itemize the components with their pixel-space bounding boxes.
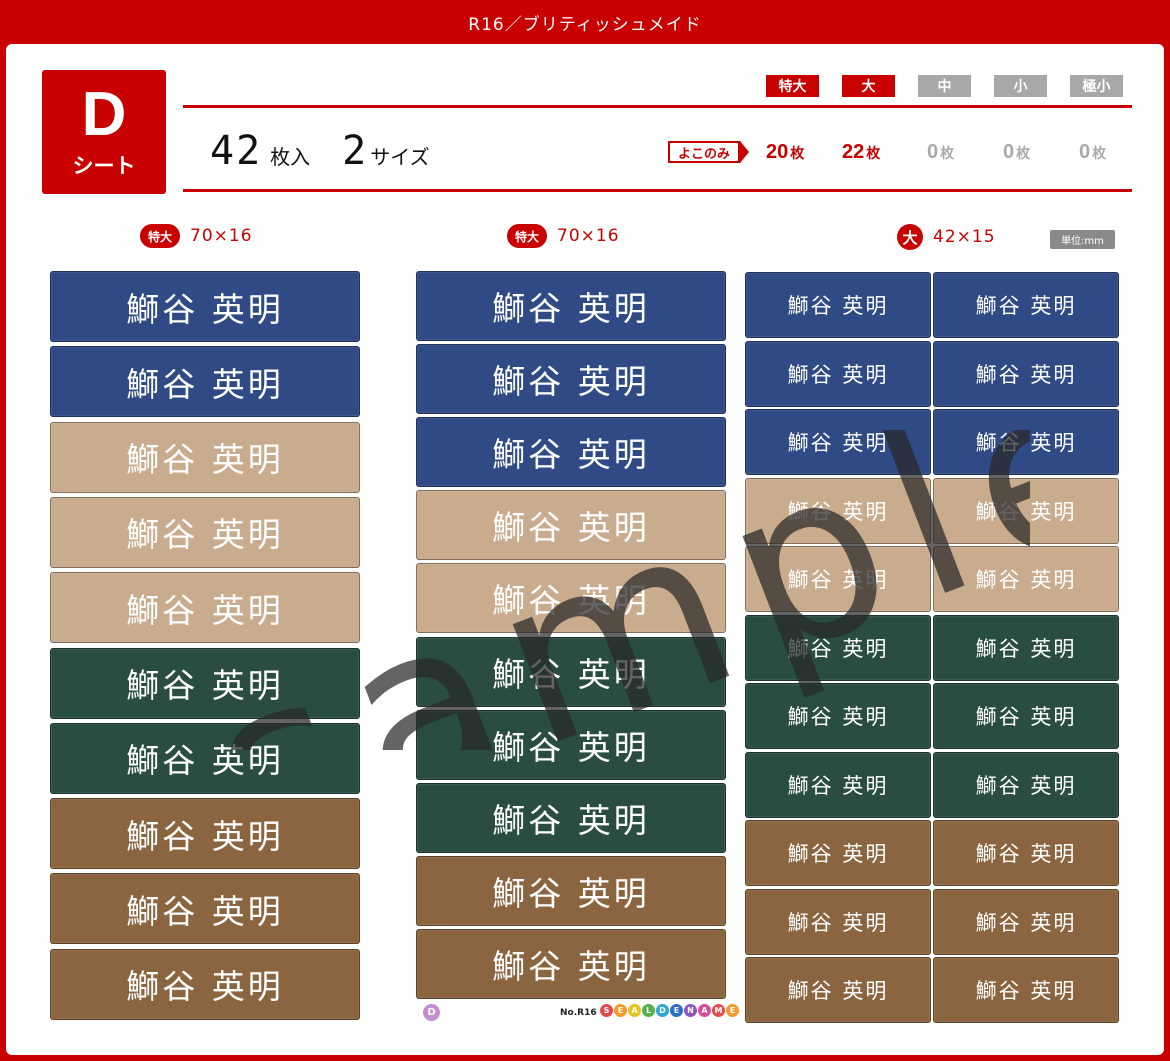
name-label: 鰤谷 英明 <box>50 496 360 568</box>
name-label: 鰤谷 英明 <box>50 271 360 342</box>
sheet-badge-label: シート <box>72 154 136 178</box>
name-label: 鰤谷 英明 <box>933 751 1119 818</box>
divider-bottom <box>183 189 1132 192</box>
footer-sheet-mark: D <box>423 1004 440 1021</box>
quantity-value: 0 <box>1079 141 1091 163</box>
quantity-unit: 枚 <box>866 145 881 161</box>
quantity-value: 0 <box>927 141 939 163</box>
name-label: 鰤谷 英明 <box>933 820 1119 886</box>
orientation-label: よこのみ <box>668 141 741 163</box>
name-label: 鰤谷 英明 <box>50 798 360 870</box>
name-label: 鰤谷 英明 <box>416 490 726 561</box>
column-2-header: 特大 70×16 <box>507 224 620 248</box>
name-label: 鰤谷 英明 <box>933 409 1119 475</box>
name-label: 鰤谷 英明 <box>416 855 726 926</box>
quantity-value: 22 <box>842 141 865 163</box>
header-title: R16／ブリティッシュメイド <box>0 0 1170 44</box>
name-label: 鰤谷 英明 <box>416 417 726 488</box>
size-tag: 特大 <box>766 75 819 97</box>
name-label: 鰤谷 英明 <box>745 272 931 338</box>
name-label: 鰤谷 英明 <box>50 948 360 1020</box>
size-count: 2 <box>342 128 369 174</box>
name-label: 鰤谷 英明 <box>416 709 726 780</box>
name-label: 鰤谷 英明 <box>745 957 931 1023</box>
sheet-badge: D シート <box>42 70 166 194</box>
name-label: 鰤谷 英明 <box>933 683 1119 749</box>
quantity-unit: 枚 <box>1092 145 1107 161</box>
name-label: 鰤谷 英明 <box>50 873 360 945</box>
brand-letter: A <box>628 1004 641 1017</box>
size-pill: 特大 <box>507 224 548 248</box>
name-label: 鰤谷 英明 <box>50 346 360 418</box>
size-tag: 中 <box>918 75 971 97</box>
dimensions: 70×16 <box>190 226 253 246</box>
quantity: 0枚 <box>927 141 954 165</box>
quantity: 22 枚 <box>842 141 880 165</box>
size-tag: 極小 <box>1070 75 1123 97</box>
name-label: 鰤谷 英明 <box>933 957 1119 1023</box>
name-label: 鰤谷 英明 <box>416 782 726 853</box>
name-label: 鰤谷 英明 <box>745 683 931 749</box>
orientation-note: よこのみ <box>668 141 750 163</box>
size-tag: 小 <box>994 75 1047 97</box>
quantity-unit: 枚 <box>1016 145 1031 161</box>
name-label: 鰤谷 英明 <box>933 614 1119 681</box>
brand-logo: SEALDENAME <box>600 1004 739 1017</box>
name-label: 鰤谷 英明 <box>50 722 360 794</box>
column-3-header: 大 42×15 <box>897 224 996 250</box>
name-label: 鰤谷 英明 <box>933 477 1119 544</box>
name-label: 鰤谷 英明 <box>50 647 360 719</box>
name-label: 鰤谷 英明 <box>745 820 931 886</box>
divider-top <box>183 105 1132 108</box>
column-1-header: 特大 70×16 <box>140 224 253 248</box>
name-label: 鰤谷 英明 <box>745 340 931 407</box>
name-label: 鰤谷 英明 <box>745 477 931 544</box>
name-label: 鰤谷 英明 <box>50 421 360 493</box>
brand-letter: E <box>726 1004 739 1017</box>
name-label: 鰤谷 英明 <box>416 563 726 634</box>
name-label: 鰤谷 英明 <box>416 636 726 707</box>
name-label: 鰤谷 英明 <box>416 928 726 999</box>
size-pill: 大 <box>897 224 923 250</box>
unit-note: 単位:mm <box>1050 230 1115 249</box>
brand-letter: M <box>712 1004 725 1017</box>
label-count: 42 <box>210 128 263 174</box>
name-label: 鰤谷 英明 <box>745 751 931 818</box>
quantity-unit: 枚 <box>790 145 805 161</box>
name-label: 鰤谷 英明 <box>50 572 360 644</box>
brand-letter: E <box>614 1004 627 1017</box>
label-count-unit: 枚入 <box>270 145 311 169</box>
size-tag: 大 <box>842 75 895 97</box>
quantity-value: 0 <box>1003 141 1015 163</box>
size-pill: 特大 <box>140 224 181 248</box>
brand-letter: L <box>642 1004 655 1017</box>
quantity: 0枚 <box>1079 141 1106 165</box>
quantity: 0枚 <box>1003 141 1030 165</box>
summary-line: 42 枚入 2 サイズ <box>210 128 462 174</box>
brand-letter: S <box>600 1004 613 1017</box>
name-label: 鰤谷 英明 <box>933 340 1119 407</box>
name-label: 鰤谷 英明 <box>416 271 726 341</box>
footer-product-no: No.R16 <box>560 1008 597 1018</box>
name-label: 鰤谷 英明 <box>745 546 931 612</box>
dimensions: 70×16 <box>557 226 620 246</box>
quantity-unit: 枚 <box>940 145 955 161</box>
brand-letter: A <box>698 1004 711 1017</box>
quantity-value: 20 <box>766 141 789 163</box>
brand-letter: N <box>684 1004 697 1017</box>
brand-letter: D <box>656 1004 669 1017</box>
name-label: 鰤谷 英明 <box>933 272 1119 338</box>
quantity: 20 枚 <box>766 141 804 165</box>
dimensions: 42×15 <box>933 227 996 247</box>
brand-letter: E <box>670 1004 683 1017</box>
name-label: 鰤谷 英明 <box>745 614 931 681</box>
chevron-right-icon <box>740 141 750 163</box>
name-label: 鰤谷 英明 <box>416 344 726 415</box>
sheet-letter: D <box>81 80 127 149</box>
name-label: 鰤谷 英明 <box>745 409 931 475</box>
name-label: 鰤谷 英明 <box>933 888 1119 955</box>
name-label: 鰤谷 英明 <box>745 888 931 955</box>
name-label: 鰤谷 英明 <box>933 546 1119 612</box>
size-count-unit: サイズ <box>370 145 430 169</box>
